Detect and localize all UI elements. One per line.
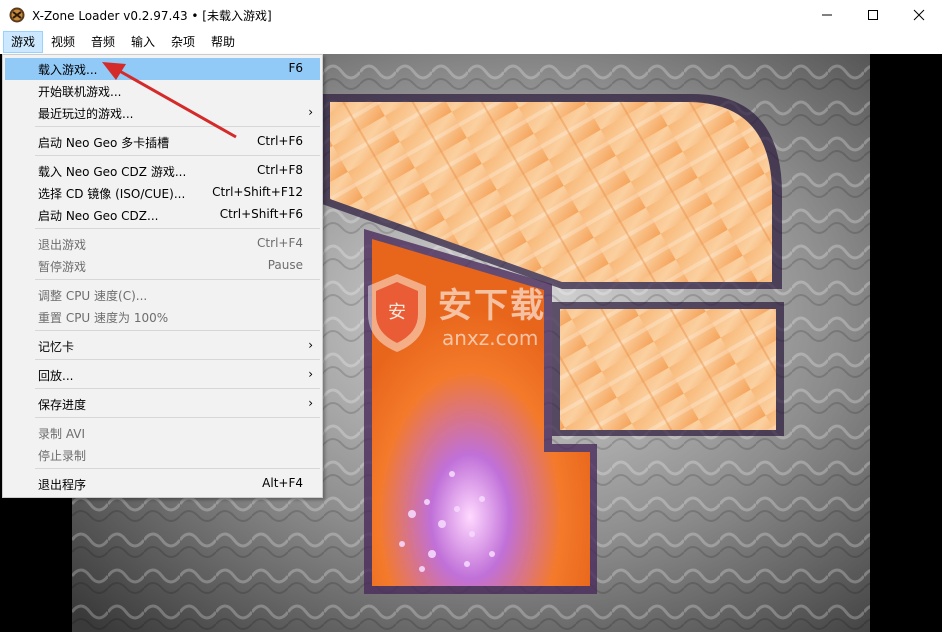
arrow-shaft (115, 67, 237, 139)
annotation-arrow (102, 62, 237, 139)
